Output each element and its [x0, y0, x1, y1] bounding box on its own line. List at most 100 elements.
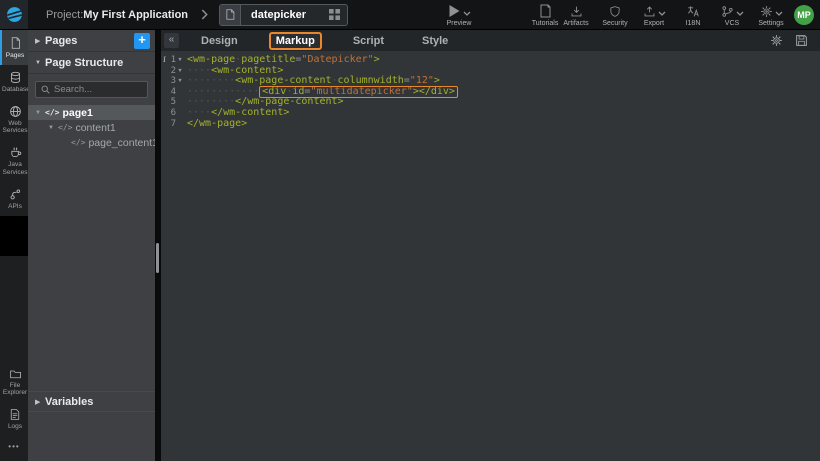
- tree-item-label: page1: [62, 107, 92, 119]
- fold-caret-icon[interactable]: ▼: [176, 66, 184, 77]
- tab-markup[interactable]: Markup: [269, 32, 322, 50]
- left-sidebar: Pages Databases Web Services Java Servic…: [0, 30, 28, 461]
- gutter: 3 ▼: [161, 76, 185, 87]
- fold-caret-icon[interactable]: ▼: [176, 76, 184, 87]
- java-services-icon: [9, 146, 22, 159]
- search-input[interactable]: [54, 84, 142, 95]
- caret-right-icon: ▶: [35, 37, 45, 45]
- gutter: 5: [161, 97, 185, 108]
- topbar-actions: Artifacts Security Export I18N VCS Setti…: [561, 3, 786, 27]
- caret-down-icon[interactable]: ▼: [47, 125, 55, 131]
- action-label: Security: [602, 20, 627, 27]
- code-line-6: 6 ····</wm-content>: [161, 108, 820, 119]
- search-icon: [41, 85, 50, 94]
- code-indent: ········: [187, 75, 235, 86]
- preview-button[interactable]: Preview: [444, 3, 474, 27]
- save-icon[interactable]: [795, 34, 808, 47]
- panel-resize-handle[interactable]: [156, 243, 159, 273]
- gutter: 7: [161, 119, 185, 130]
- line-number: 4: [168, 87, 176, 98]
- editor-area: « DesignMarkupScriptStyle i 1 ▼ <w: [161, 30, 820, 461]
- chevron-down-icon[interactable]: [736, 11, 744, 17]
- pages-section-header[interactable]: ▶ Pages +: [28, 30, 155, 52]
- caret-down-icon[interactable]: ▼: [34, 110, 42, 116]
- add-page-button[interactable]: +: [134, 33, 150, 49]
- wavemaker-logo-icon[interactable]: [0, 0, 28, 29]
- user-avatar[interactable]: MP: [794, 5, 814, 25]
- sidebar-gap: [0, 216, 28, 256]
- artifacts-icon: [570, 5, 583, 18]
- gear-icon[interactable]: [770, 34, 783, 47]
- code-indent: ········: [187, 96, 235, 107]
- tab-script[interactable]: Script: [346, 32, 391, 50]
- code-token: </wm-page>: [187, 118, 247, 129]
- line-number: 2: [168, 66, 176, 77]
- sidebar-item-pages[interactable]: Pages: [0, 30, 28, 65]
- tab-design[interactable]: Design: [194, 32, 245, 50]
- sidebar-item-apis[interactable]: APIs: [0, 182, 28, 216]
- code-token: ></div>: [413, 86, 455, 97]
- sidebar-item-label: Logs: [2, 423, 28, 431]
- play-icon: [448, 4, 461, 18]
- variables-title: Variables: [45, 396, 148, 408]
- code-token: <wm-page-content: [235, 75, 331, 86]
- gutter: 2 ▼: [161, 66, 185, 77]
- markup-code-editor[interactable]: i 1 ▼ <wm-page·pagetitle="Datepicker"> 2…: [161, 51, 820, 461]
- logs-icon: [9, 408, 21, 421]
- top-bar: Project:My First Application datepicker …: [0, 0, 820, 30]
- settings-icon: [760, 5, 773, 18]
- code-token: </wm-content>: [211, 107, 289, 118]
- action-label: Settings: [758, 20, 783, 27]
- grid-icon[interactable]: [322, 9, 347, 20]
- variables-section-header[interactable]: ▶ Variables: [28, 391, 155, 412]
- open-page-tab-datepicker[interactable]: datepicker: [219, 4, 348, 26]
- pages-section-title: Pages: [45, 35, 134, 47]
- code-token: <wm-content>: [211, 65, 283, 76]
- export-button[interactable]: Export: [639, 3, 669, 27]
- action-label: Artifacts: [563, 20, 588, 27]
- sidebar-item-logs[interactable]: Logs: [0, 402, 28, 436]
- export-icon: [643, 5, 656, 18]
- widget-node-icon: </>: [71, 138, 85, 147]
- page-structure-title: Page Structure: [45, 57, 150, 69]
- tab-style[interactable]: Style: [415, 32, 455, 50]
- collapse-panel-button[interactable]: «: [164, 33, 179, 48]
- i18n-button[interactable]: I18N: [678, 3, 708, 27]
- vcs-button[interactable]: VCS: [717, 3, 747, 27]
- project-name: My First Application: [83, 9, 188, 21]
- settings-button[interactable]: Settings: [756, 3, 786, 27]
- code-token: pagetitle: [241, 54, 295, 65]
- code-text: </wm-page>: [187, 119, 247, 130]
- tree-item-page_content1[interactable]: </> page_content1: [28, 135, 155, 150]
- tutorials-button[interactable]: Tutorials: [530, 3, 560, 27]
- security-button[interactable]: Security: [600, 3, 630, 27]
- chevron-down-icon[interactable]: [658, 11, 666, 17]
- chevron-down-icon[interactable]: [463, 11, 471, 17]
- sidebar-item-java-services[interactable]: Java Services: [0, 140, 28, 182]
- preview-label: Preview: [447, 20, 472, 27]
- sidebar-item-web-services[interactable]: Web Services: [0, 99, 28, 141]
- editor-toolbar-icons: [770, 34, 808, 47]
- vcs-icon: [721, 5, 734, 18]
- chevron-down-icon[interactable]: [775, 11, 783, 17]
- sidebar-item-databases[interactable]: Databases: [0, 65, 28, 99]
- sidebar-more-button[interactable]: •••: [0, 436, 28, 461]
- sidebar-item-label: APIs: [2, 203, 28, 211]
- code-token: "Datepicker": [301, 54, 373, 65]
- tree-item-page1[interactable]: ▼ </> page1: [28, 105, 155, 120]
- code-token: >: [374, 54, 380, 65]
- gutter: 6: [161, 108, 185, 119]
- code-indent: ····: [187, 107, 211, 118]
- tree-item-label: page_content1: [88, 137, 157, 149]
- apis-icon: [9, 188, 22, 201]
- code-token: columnwidth: [338, 75, 404, 86]
- sidebar-item-file-explorer[interactable]: File Explorer: [0, 362, 28, 403]
- page-structure-header[interactable]: ▼ Page Structure: [28, 52, 155, 74]
- caret-down-icon: ▼: [35, 60, 45, 66]
- sidebar-spacer: [0, 256, 28, 362]
- artifacts-button[interactable]: Artifacts: [561, 3, 591, 27]
- fold-caret-icon[interactable]: ▼: [176, 55, 184, 66]
- tree-item-content1[interactable]: ▼ </> content1: [28, 120, 155, 135]
- pages-icon: [9, 36, 22, 50]
- caret-right-icon: ▶: [35, 398, 45, 406]
